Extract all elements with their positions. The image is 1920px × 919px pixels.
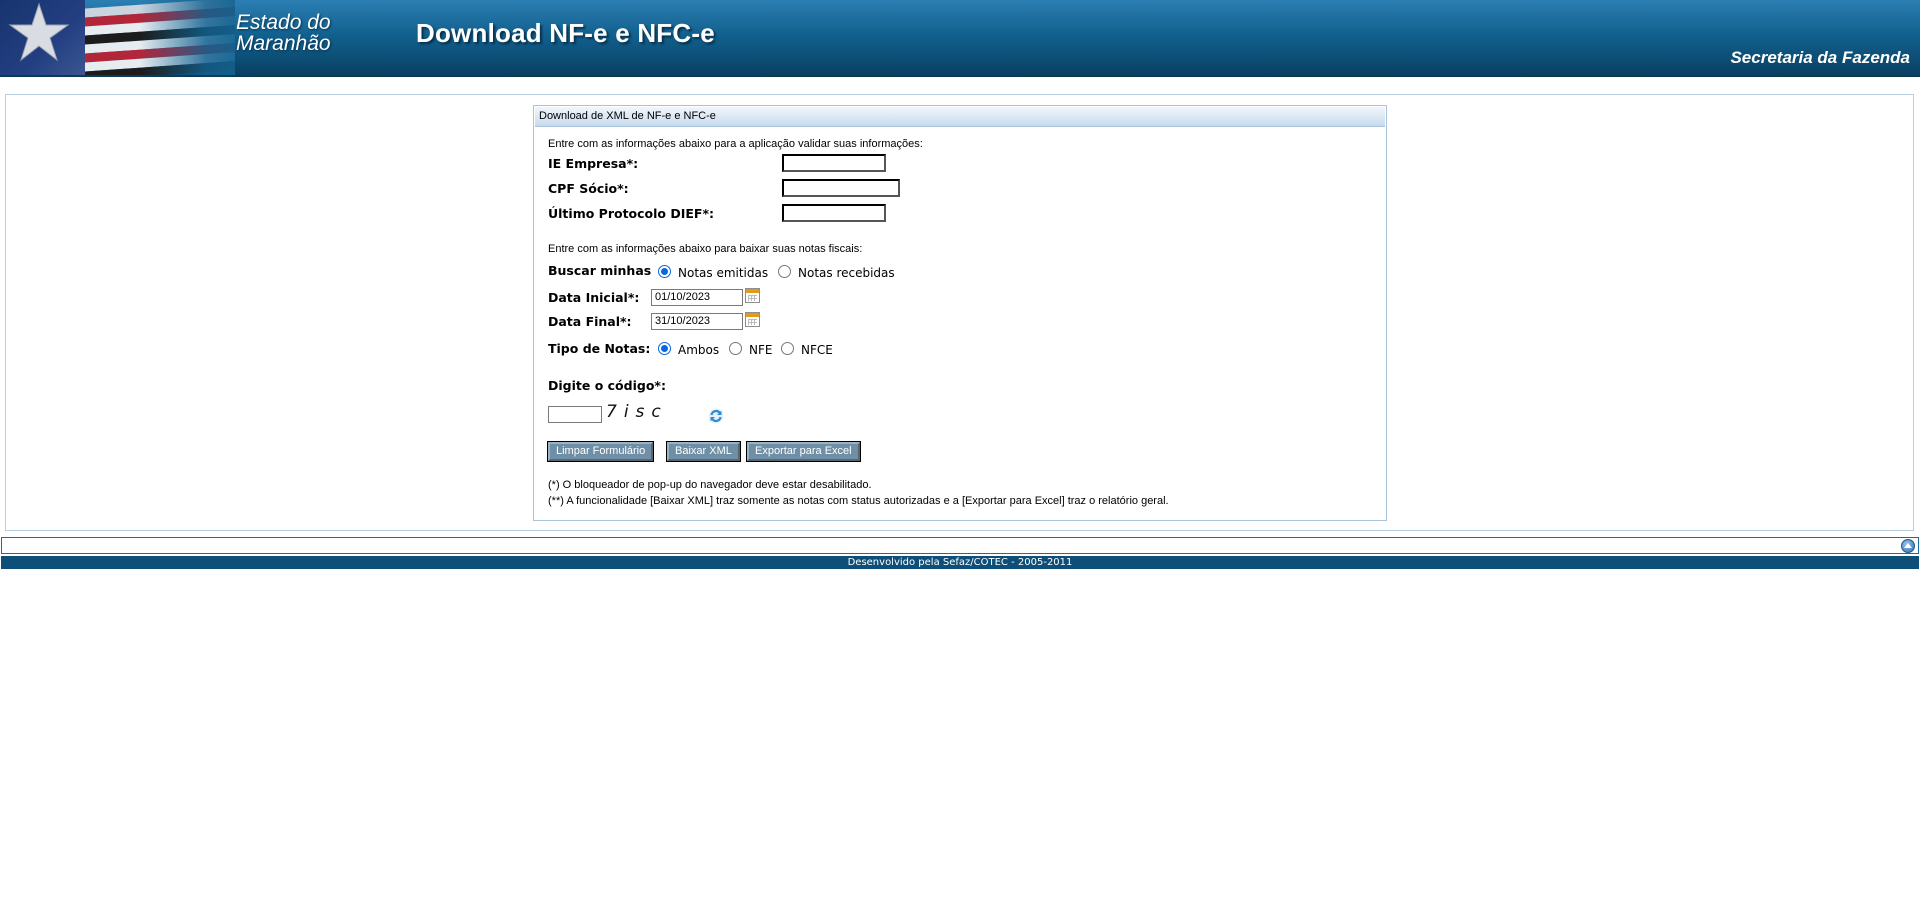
- footer-top-bar: [1, 537, 1919, 554]
- radio-nfe[interactable]: [729, 342, 742, 355]
- state-flag-logo: [0, 0, 235, 75]
- nfe-label: NFE: [749, 343, 773, 357]
- tipo-notas-label: Tipo de Notas:: [548, 341, 651, 356]
- cpf-socio-label: CPF Sócio*:: [548, 181, 629, 196]
- refresh-icon[interactable]: [708, 408, 724, 424]
- state-name: Estado do Maranhão: [236, 12, 331, 54]
- radio-notas-emitidas[interactable]: [658, 265, 671, 278]
- buscar-minhas-label: Buscar minhas: [548, 263, 652, 278]
- data-final-input[interactable]: 31/10/2023: [651, 313, 743, 330]
- ambos-label: Ambos: [678, 343, 720, 357]
- captcha-input[interactable]: [548, 406, 602, 423]
- radio-ambos[interactable]: [658, 342, 671, 355]
- calendar-icon[interactable]: [745, 312, 760, 327]
- page-title: Download NF-e e NFC-e: [416, 18, 715, 48]
- protocolo-dief-label: Último Protocolo DIEF*:: [548, 206, 714, 221]
- limpar-formulario-button[interactable]: Limpar Formulário: [546, 441, 655, 462]
- footer-credit: Desenvolvido pela Sefaz/COTEC - 2005-201…: [1, 556, 1919, 569]
- secretaria-label: Secretaria da Fazenda: [1730, 48, 1910, 67]
- status-note: (**) A funcionalidade [Baixar XML] traz …: [548, 495, 1169, 507]
- calendar-icon[interactable]: [745, 288, 760, 303]
- data-inicial-input[interactable]: 01/10/2023: [651, 289, 743, 306]
- notas-recebidas-label: Notas recebidas: [798, 266, 895, 280]
- exportar-excel-button[interactable]: Exportar para Excel: [746, 441, 861, 462]
- radio-notas-recebidas[interactable]: [778, 265, 791, 278]
- data-inicial-label: Data Inicial*:: [548, 290, 640, 305]
- download-panel: Download de XML de NF-e e NFC-e Entre co…: [533, 105, 1387, 521]
- protocolo-dief-input[interactable]: [782, 204, 886, 222]
- state-name-line2: Maranhão: [236, 32, 331, 55]
- validation-intro-text: Entre com as informações abaixo para a a…: [548, 138, 923, 150]
- baixar-xml-button[interactable]: Baixar XML: [666, 441, 741, 462]
- captcha-image: 7isc: [606, 402, 668, 422]
- arrow-up-icon[interactable]: [1901, 539, 1915, 553]
- site-header: Estado do Maranhão Download NF-e e NFC-e…: [0, 0, 1920, 77]
- captcha-label: Digite o código*:: [548, 378, 666, 393]
- ie-empresa-input[interactable]: [782, 154, 886, 172]
- star-icon: [8, 2, 70, 62]
- state-name-line1: Estado do: [236, 11, 331, 34]
- ie-empresa-label: IE Empresa*:: [548, 156, 639, 171]
- radio-nfce[interactable]: [781, 342, 794, 355]
- nfce-label: NFCE: [801, 343, 833, 357]
- cpf-socio-input[interactable]: [782, 179, 900, 197]
- notas-emitidas-label: Notas emitidas: [678, 266, 769, 280]
- popup-note: (*) O bloqueador de pop-up do navegador …: [548, 479, 872, 491]
- data-final-label: Data Final*:: [548, 314, 632, 329]
- download-intro-text: Entre com as informações abaixo para bai…: [548, 243, 863, 255]
- panel-title: Download de XML de NF-e e NFC-e: [535, 107, 1385, 127]
